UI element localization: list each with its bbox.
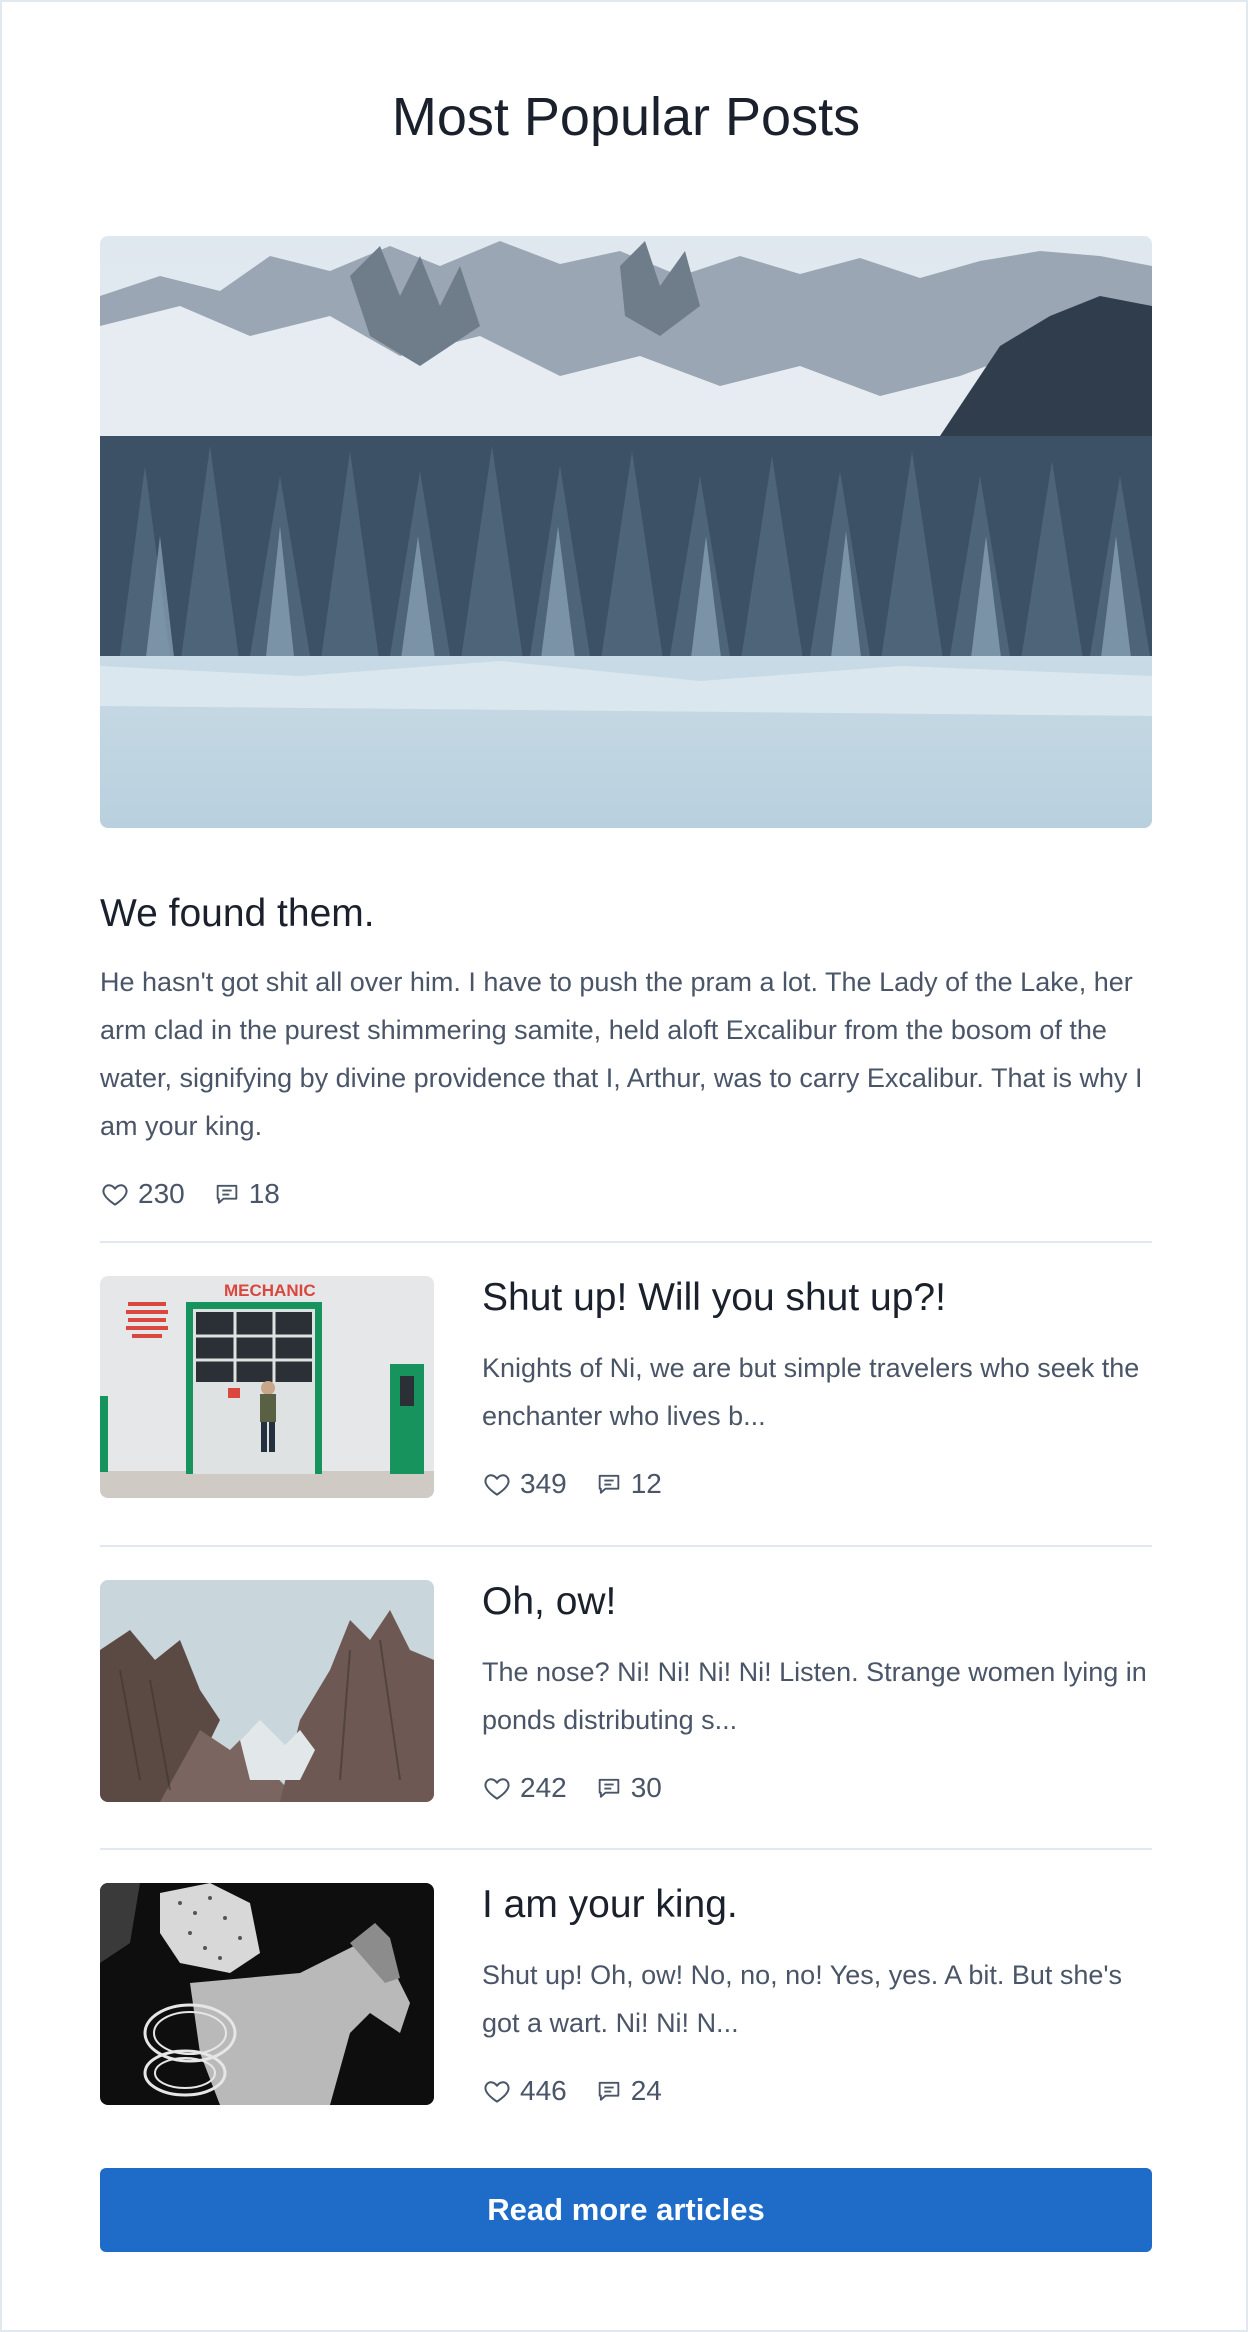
page-container: Most Popular Posts We found them. He has…: [0, 0, 1248, 2332]
featured-post-image[interactable]: [100, 236, 1152, 828]
page-title: Most Popular Posts: [391, 87, 861, 147]
comment-count: 12: [630, 1468, 662, 1499]
garage-sign-text: MECHANIC: [224, 1281, 316, 1300]
read-more-articles-button[interactable]: Read more articles: [100, 2168, 1152, 2252]
comment-count: 24: [630, 2075, 662, 2106]
featured-post-stats: 230 18: [100, 1174, 308, 1214]
post-title-2[interactable]: Oh, ow!: [482, 1576, 1152, 1628]
featured-post-title[interactable]: We found them.: [100, 888, 375, 940]
post-title-3[interactable]: I am your king.: [482, 1879, 1152, 1931]
comment-count: 30: [630, 1772, 662, 1803]
comment-stat[interactable]: 30: [595, 1772, 662, 1804]
like-stat[interactable]: 446: [482, 2075, 567, 2107]
post-excerpt-3: Shut up! Oh, ow! No, no, no! Yes, yes. A…: [482, 1960, 1123, 2038]
comment-count: 18: [248, 1178, 280, 1209]
heart-icon: [484, 2081, 510, 2103]
divider: [100, 1241, 1152, 1243]
post-image-mechanic[interactable]: MECHANIC: [100, 1276, 434, 1498]
like-stat[interactable]: 349: [482, 1468, 567, 1500]
post-stats-1: 349 12: [482, 1464, 690, 1504]
heart-icon: [102, 1184, 128, 1206]
comment-icon: [216, 1184, 237, 1204]
featured-post-excerpt: He hasn't got shit all over him. I have …: [100, 967, 1143, 1141]
like-count: 230: [138, 1178, 185, 1209]
comment-icon: [598, 2081, 619, 2101]
post-image-cowboy-horse[interactable]: [100, 1883, 434, 2105]
comment-stat[interactable]: 18: [213, 1178, 280, 1210]
like-count: 242: [520, 1772, 567, 1803]
like-stat[interactable]: 230: [100, 1178, 185, 1210]
like-stat[interactable]: 242: [482, 1772, 567, 1804]
heart-icon: [484, 1778, 510, 1800]
post-stats-2: 242 30: [482, 1768, 690, 1808]
like-count: 446: [520, 2075, 567, 2106]
comment-icon: [598, 1474, 619, 1494]
comment-stat[interactable]: 24: [595, 2075, 662, 2107]
comment-icon: [598, 1778, 619, 1798]
post-image-rocky-peaks[interactable]: [100, 1580, 434, 1802]
comment-stat[interactable]: 12: [595, 1468, 662, 1500]
post-title-1[interactable]: Shut up! Will you shut up?!: [482, 1272, 1152, 1324]
divider: [100, 1848, 1152, 1850]
divider: [100, 1545, 1152, 1547]
post-excerpt-2: The nose? Ni! Ni! Ni! Ni! Listen. Strang…: [482, 1657, 1147, 1735]
like-count: 349: [520, 1468, 567, 1499]
heart-icon: [484, 1474, 510, 1496]
post-stats-3: 446 24: [482, 2071, 690, 2111]
post-excerpt-1: Knights of Ni, we are but simple travele…: [482, 1353, 1140, 1431]
